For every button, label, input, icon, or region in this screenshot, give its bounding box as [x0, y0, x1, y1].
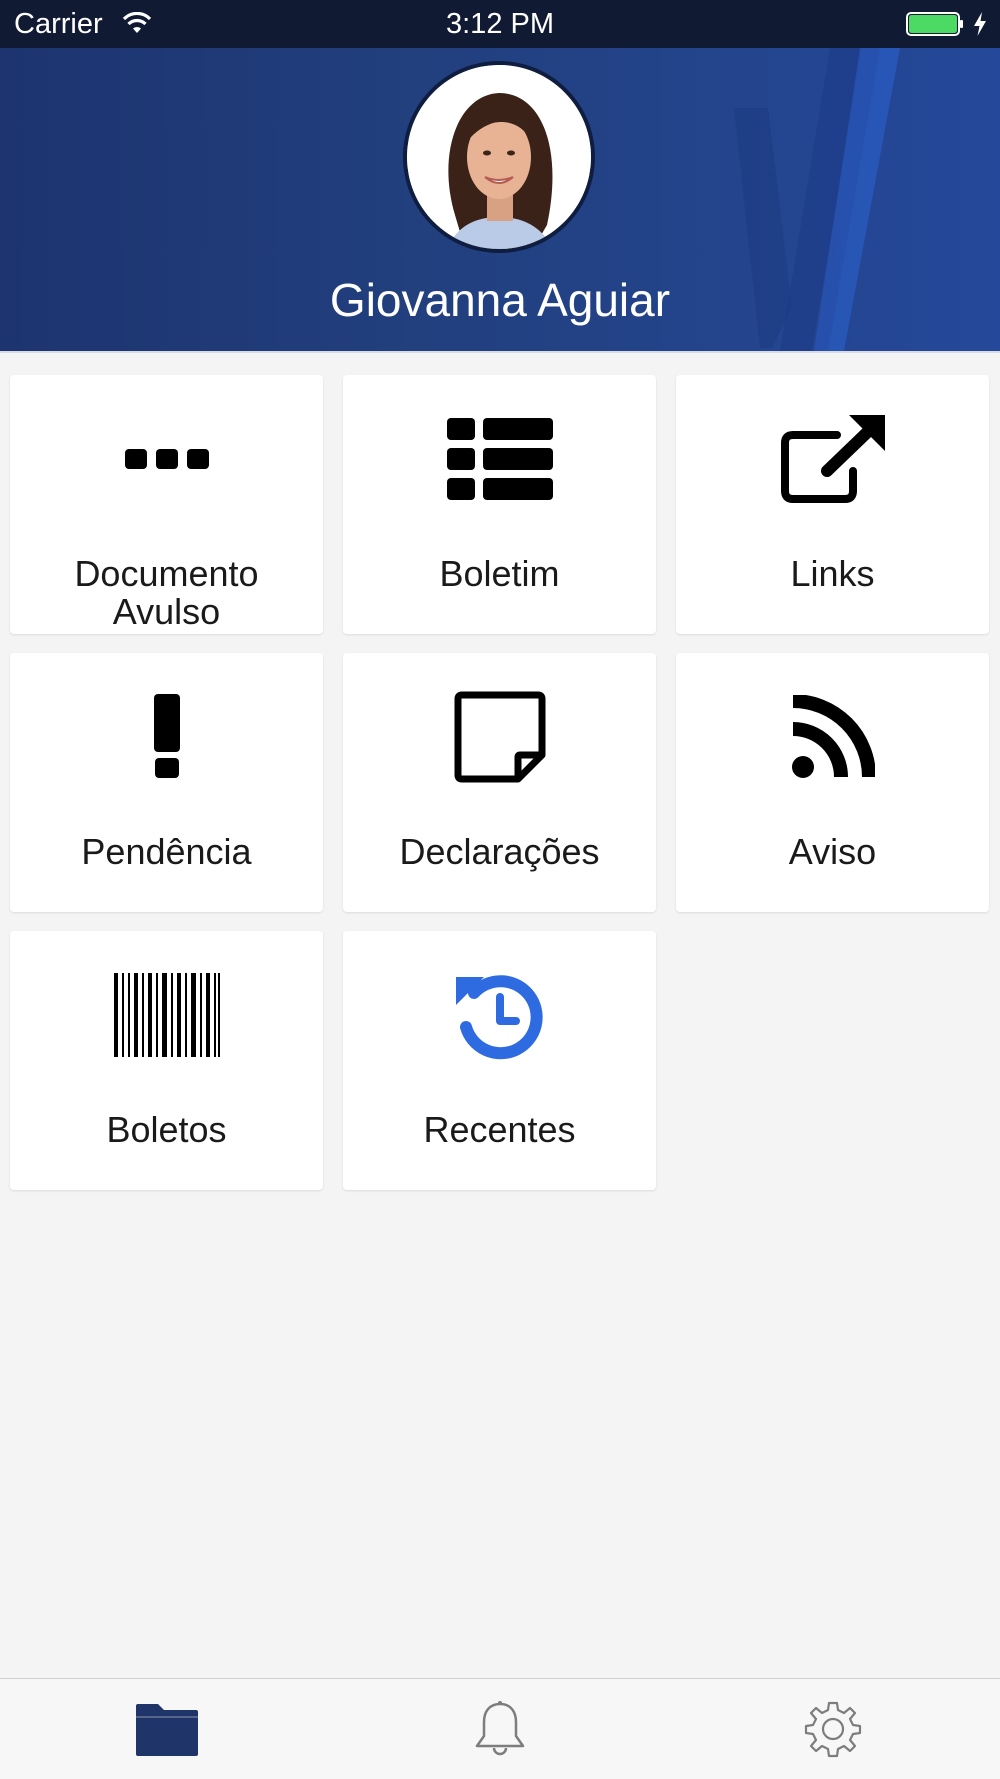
tile-documento-avulso[interactable]: Documento Avulso: [10, 375, 323, 634]
tile-label: Pendência: [81, 831, 252, 872]
tab-notifications[interactable]: [333, 1679, 666, 1779]
battery-icon: [906, 12, 963, 36]
ellipsis-icon: [10, 411, 323, 507]
status-bar: Carrier 3:12 PM: [0, 0, 1000, 48]
profile-header: Giovanna Aguiar: [0, 48, 1000, 353]
gear-icon: [804, 1701, 861, 1758]
tile-declaracoes[interactable]: Declarações: [343, 653, 656, 912]
barcode-icon: [10, 967, 323, 1063]
tile-label-line2: Avulso: [112, 591, 221, 632]
tab-settings[interactable]: [666, 1679, 999, 1779]
user-name: Giovanna Aguiar: [329, 274, 671, 326]
avatar-portrait: [407, 65, 591, 249]
tile-pendencia[interactable]: Pendência: [10, 653, 323, 912]
tile-label: Links: [790, 553, 875, 594]
tile-label: Boletim: [439, 553, 560, 594]
tile-label: Aviso: [788, 831, 877, 872]
sticky-note-icon: [343, 689, 656, 785]
list-icon: [343, 411, 656, 507]
history-icon: [343, 967, 656, 1063]
charging-bolt-icon: [974, 12, 986, 36]
tile-label: Documento Avulso: [10, 555, 323, 631]
tile-recentes[interactable]: Recentes: [343, 931, 656, 1190]
external-link-icon: [676, 411, 989, 507]
tile-label: Boletos: [106, 1109, 227, 1150]
folder-icon: [135, 1704, 198, 1756]
tile-boletos[interactable]: Boletos: [10, 931, 323, 1190]
tile-links[interactable]: Links: [676, 375, 989, 634]
avatar[interactable]: [407, 65, 591, 249]
bell-icon: [475, 1701, 524, 1756]
tab-folder[interactable]: [0, 1679, 333, 1779]
status-time: 3:12 PM: [446, 8, 554, 40]
exclamation-icon: [10, 689, 323, 785]
tile-aviso[interactable]: Aviso: [676, 653, 989, 912]
rss-icon: [676, 689, 989, 785]
tile-label: Recentes: [423, 1109, 576, 1150]
tab-bar: [0, 1678, 1000, 1779]
tile-boletim[interactable]: Boletim: [343, 375, 656, 634]
tile-label-line1: Documento: [74, 553, 259, 594]
tile-label: Declarações: [399, 831, 600, 872]
